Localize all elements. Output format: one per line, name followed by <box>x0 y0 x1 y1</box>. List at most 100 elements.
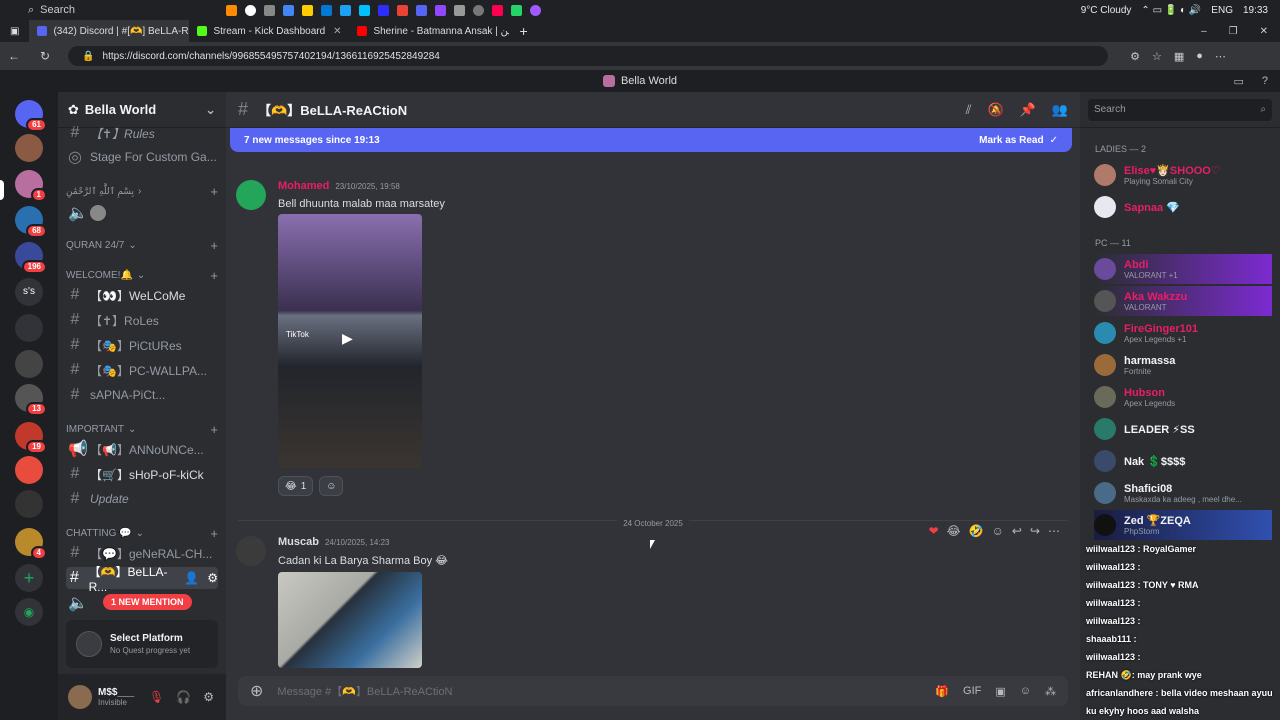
app-icon[interactable] <box>397 4 408 16</box>
rofl-reaction-icon[interactable]: 🤣 <box>969 524 984 538</box>
profile-icon[interactable]: ● <box>1196 50 1203 63</box>
add-channel-icon[interactable]: + <box>210 268 218 283</box>
voice-channel[interactable]: 🔈 <box>66 202 218 224</box>
channel-announcements[interactable]: 📢 【📢】ANNoUNCe... <box>66 438 218 460</box>
restore-icon[interactable]: ❐ <box>1229 26 1238 37</box>
server-icon[interactable]: 196 <box>15 242 47 274</box>
server-icon[interactable]: s's <box>15 278 43 306</box>
new-tab-icon[interactable]: + <box>509 23 537 39</box>
member-row[interactable]: Elise♥👸🏻SHOOO♡ Playing Somali City <box>1094 160 1272 190</box>
channel-sapna[interactable]: # sAPNA-PiCt... <box>66 384 218 406</box>
collections-icon[interactable]: ▦ <box>1174 50 1184 63</box>
member-row[interactable]: Aka Wakzzu VALORANT <box>1094 286 1272 316</box>
member-row[interactable]: harmassa Fortnite <box>1094 350 1272 380</box>
server-icon[interactable] <box>15 456 43 484</box>
app-icon[interactable] <box>378 4 389 16</box>
category-welcome[interactable]: WELCOME!🔔 ⌄ + <box>66 268 218 283</box>
help-icon[interactable]: ? <box>1262 75 1268 88</box>
gear-icon[interactable]: ⚙ <box>207 571 218 585</box>
channel-rules[interactable]: # 【✝】Rules <box>66 122 218 144</box>
folder-icon[interactable] <box>15 314 43 342</box>
app-icon[interactable] <box>530 4 541 16</box>
close-window-icon[interactable]: ✕ <box>1260 26 1268 37</box>
member-row[interactable]: Abdi VALORANT +1 <box>1094 254 1272 284</box>
server-icon[interactable]: 13 <box>15 384 47 416</box>
message-author[interactable]: Mohamed <box>278 180 329 192</box>
add-channel-icon[interactable]: + <box>210 526 218 541</box>
play-icon[interactable]: ▶ <box>342 330 353 347</box>
clock[interactable]: 19:33 <box>1243 5 1268 16</box>
category-chatting[interactable]: CHATTING 💬 ⌄ + <box>66 526 218 541</box>
server-icon[interactable] <box>15 490 43 518</box>
app-icon[interactable] <box>283 4 294 16</box>
member-row[interactable]: LEADER ⚡SS <box>1094 414 1272 444</box>
category-quran[interactable]: Quran 24/7 ⌄ + <box>66 238 218 253</box>
lang-indicator[interactable]: ENG <box>1211 5 1233 16</box>
reaction-laugh[interactable]: 😂 1 <box>278 476 314 496</box>
category-arabic[interactable]: بِسْمِ ٱللَّٰهِ ٱلرَّحْمَٰنِ › + <box>66 184 218 199</box>
add-channel-icon[interactable]: + <box>210 238 218 253</box>
member-row[interactable]: Hubson Apex Legends <box>1094 382 1272 412</box>
gift-icon[interactable]: 🎁 <box>935 685 949 698</box>
os-search[interactable]: ⌕ Search <box>28 2 188 18</box>
member-list-icon[interactable]: 👥 <box>1052 102 1068 118</box>
close-icon[interactable]: ✕ <box>333 26 341 37</box>
more-icon[interactable]: ⋯ <box>1215 50 1226 63</box>
message-author[interactable]: Muscab <box>278 536 319 548</box>
server-icon[interactable] <box>15 134 43 162</box>
add-server-icon[interactable]: + <box>15 564 43 592</box>
browser-tab-discord[interactable]: (342) Discord | #[🫶] BeLLA-ReAC ✕ <box>29 20 190 42</box>
reload-icon[interactable]: ↻ <box>40 49 50 63</box>
server-icon[interactable]: 1 <box>15 170 47 202</box>
avatar[interactable] <box>68 685 92 709</box>
add-reaction-icon[interactable]: ☺ <box>992 524 1004 538</box>
inbox-icon[interactable]: ▭ <box>1233 75 1243 88</box>
favorites-icon[interactable]: ☆ <box>1152 50 1162 63</box>
app-icon[interactable] <box>302 4 313 16</box>
weather-text[interactable]: 9°C Cloudy <box>1081 5 1132 16</box>
tray-icons[interactable]: ⌃ ▭ 🔋 ◐ 🔊 <box>1141 5 1201 16</box>
server-icon[interactable]: 4 <box>15 528 47 560</box>
app-icon[interactable] <box>416 4 427 16</box>
category-important[interactable]: IMPORTANT ⌄ + <box>66 422 218 437</box>
url-field[interactable]: 🔒 https://discord.com/channels/996855495… <box>68 46 1109 66</box>
app-icon[interactable] <box>454 4 465 16</box>
channel-general[interactable]: # 【💬】geNeRAL-CH... <box>66 542 218 564</box>
emoji-icon[interactable]: ☺ <box>1020 685 1031 698</box>
gif-icon[interactable]: GIF <box>963 685 981 698</box>
add-channel-icon[interactable]: + <box>210 422 218 437</box>
app-icon[interactable] <box>340 4 351 16</box>
threads-icon[interactable]: ⫽ <box>966 102 972 118</box>
add-member-icon[interactable]: 👤 <box>184 571 199 585</box>
reply-icon[interactable]: ↩ <box>1012 524 1022 538</box>
tab-actions-icon[interactable]: ▣ <box>0 26 29 37</box>
server-icon[interactable]: 19 <box>15 422 47 454</box>
gear-icon[interactable]: ⚙ <box>203 690 214 704</box>
avatar[interactable] <box>236 536 266 566</box>
mark-as-read-button[interactable]: Mark as Read <box>979 135 1043 146</box>
channel-shop[interactable]: # 【🛒】sHoP-oF-kiCk <box>66 463 218 485</box>
notification-bell-icon[interactable]: 🔕 <box>987 102 1003 118</box>
extensions-icon[interactable]: ⚙ <box>1130 50 1140 63</box>
member-row[interactable]: Nak 💲$$$$ <box>1094 446 1272 476</box>
home-icon[interactable]: 61 <box>15 100 47 132</box>
channel-pc-wallpaper[interactable]: # 【🎭】PC-WALLPA... <box>66 359 218 381</box>
app-icon[interactable] <box>473 4 484 16</box>
add-reaction-button[interactable]: ☺ <box>319 476 344 496</box>
app-icon[interactable] <box>321 4 332 16</box>
app-icon[interactable] <box>511 4 522 16</box>
member-row[interactable]: Zed 🏆ZEQA PhpStorm <box>1094 510 1272 540</box>
pin-icon[interactable]: 📌 <box>1020 102 1036 118</box>
discover-icon[interactable]: ◉ <box>15 598 43 626</box>
back-icon[interactable]: ← <box>8 49 20 63</box>
add-channel-icon[interactable]: + <box>210 184 218 199</box>
username[interactable]: M$$___ <box>98 687 134 698</box>
app-icon[interactable] <box>264 4 275 16</box>
browser-tab-kick[interactable]: Stream - Kick Dashboard ✕ <box>189 20 349 42</box>
app-icon[interactable] <box>435 4 446 16</box>
channel-welcome[interactable]: # 【👀】WeLCoMe <box>66 284 218 306</box>
avatar[interactable] <box>236 180 266 210</box>
sticker-icon[interactable]: ▣ <box>995 685 1005 698</box>
heart-reaction-icon[interactable]: ❤ <box>929 524 939 538</box>
app-icon[interactable] <box>226 4 237 16</box>
